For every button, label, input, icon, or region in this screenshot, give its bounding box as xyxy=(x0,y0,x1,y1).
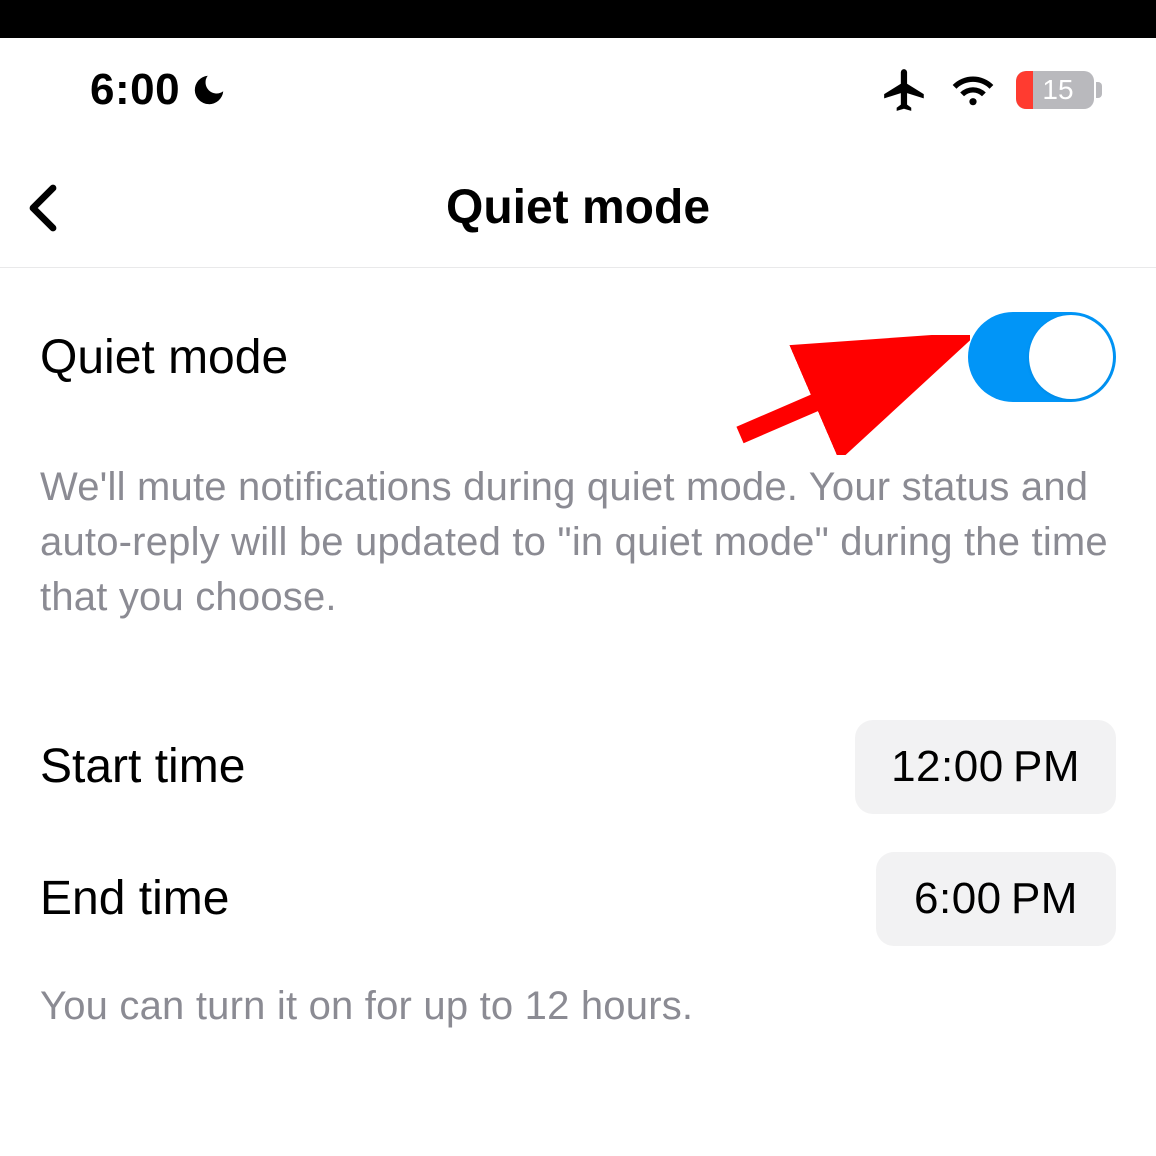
quiet-mode-toggle[interactable] xyxy=(968,312,1116,402)
do-not-disturb-icon xyxy=(190,71,228,109)
battery-tip xyxy=(1096,82,1102,98)
letterbox-top xyxy=(0,0,1156,38)
start-time-row: Start time 12:00 PM xyxy=(40,720,1116,814)
airplane-mode-icon xyxy=(880,65,930,115)
quiet-mode-label: Quiet mode xyxy=(40,330,288,385)
page-title: Quiet mode xyxy=(0,180,1156,235)
screen: 6:00 15 xyxy=(0,0,1156,1029)
start-time-value[interactable]: 12:00 PM xyxy=(855,720,1116,814)
quiet-mode-row: Quiet mode xyxy=(40,268,1116,402)
wifi-icon xyxy=(950,72,996,108)
status-bar: 6:00 15 xyxy=(0,38,1156,128)
status-time: 6:00 xyxy=(90,65,180,115)
end-time-label: End time xyxy=(40,871,229,926)
content: Quiet mode We'll mute notifications duri… xyxy=(0,268,1156,1029)
nav-header: Quiet mode xyxy=(0,148,1156,268)
status-right: 15 xyxy=(880,65,1102,115)
toggle-knob xyxy=(1029,315,1113,399)
quiet-mode-description: We'll mute notifications during quiet mo… xyxy=(40,460,1116,626)
start-time-label: Start time xyxy=(40,739,245,794)
back-button[interactable] xyxy=(18,183,68,233)
end-time-row: End time 6:00 PM xyxy=(40,852,1116,946)
battery-indicator: 15 xyxy=(1016,71,1102,109)
time-rows: Start time 12:00 PM End time 6:00 PM xyxy=(40,720,1116,946)
battery-percent: 15 xyxy=(1016,71,1094,109)
end-time-value[interactable]: 6:00 PM xyxy=(876,852,1116,946)
duration-footnote: You can turn it on for up to 12 hours. xyxy=(40,984,1116,1029)
status-left: 6:00 xyxy=(90,65,228,115)
